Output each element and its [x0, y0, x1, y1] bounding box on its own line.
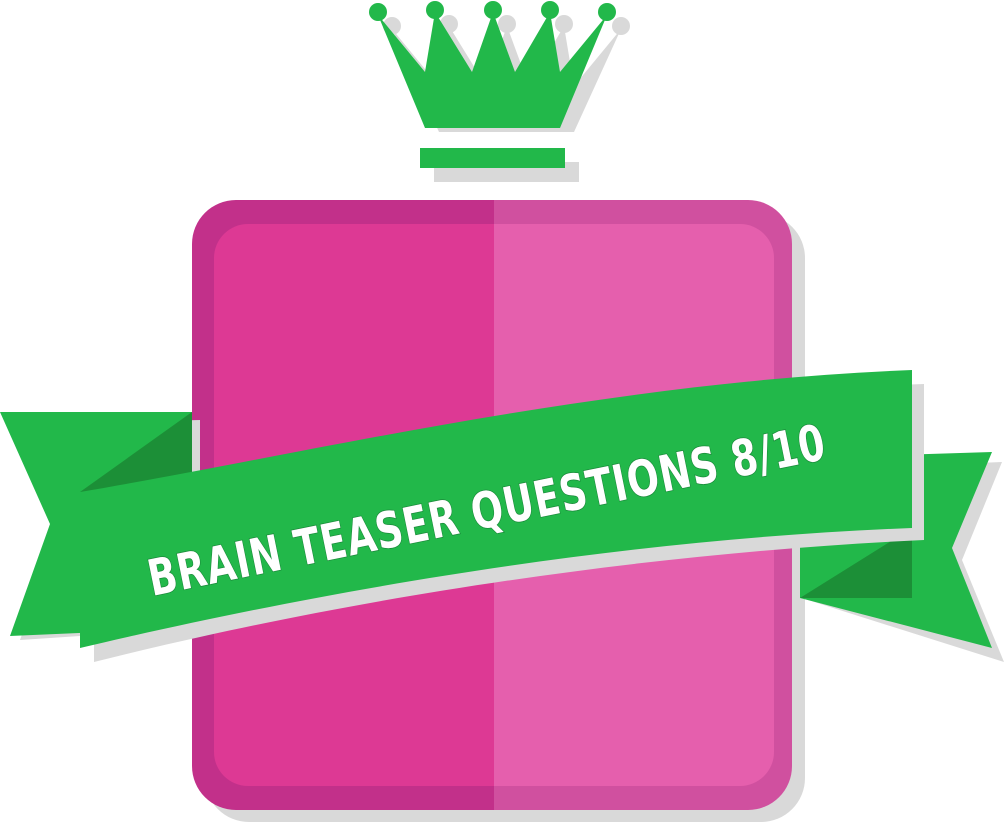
badge-graphic: BRAIN TEASER QUESTIONS 8/10	[0, 1, 1004, 822]
crown-icon	[369, 1, 630, 182]
